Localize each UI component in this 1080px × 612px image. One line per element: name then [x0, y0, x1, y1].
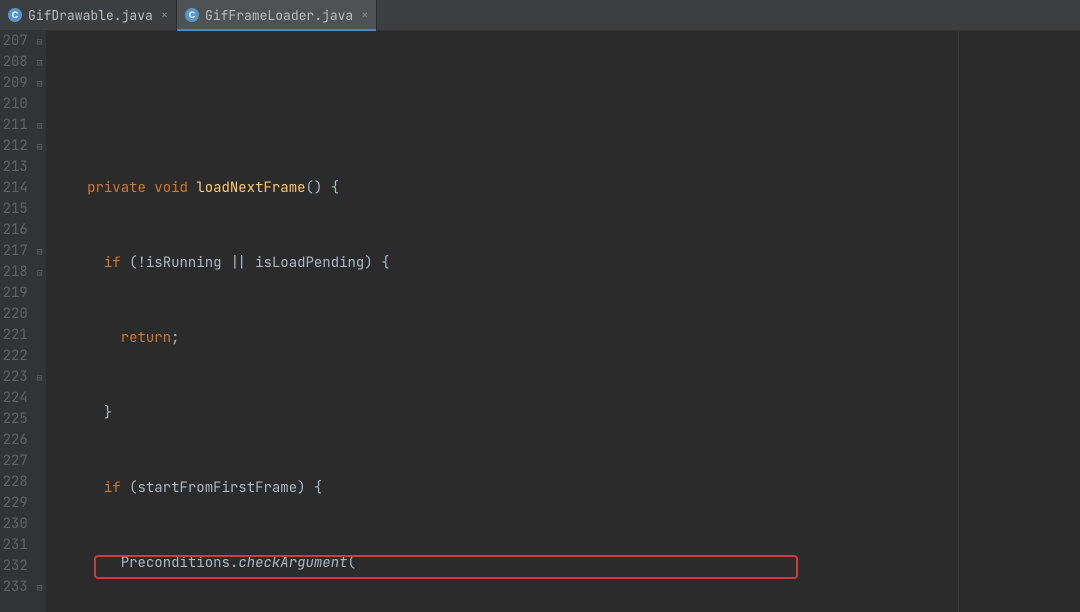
tab-gifframeloader[interactable]: C GifFrameLoader.java ×	[177, 0, 377, 30]
editor-root: C GifDrawable.java × C GifFrameLoader.ja…	[0, 0, 1080, 612]
line-number: 216	[0, 220, 28, 241]
fold-marker-icon[interactable]: ⊟	[36, 262, 42, 283]
tab-label: GifDrawable.java	[28, 7, 153, 24]
line-number: 212	[0, 136, 28, 157]
java-class-icon: C	[185, 8, 199, 22]
fold-marker-icon[interactable]: ⊟	[36, 136, 42, 157]
fold-marker-icon[interactable]: ⊟	[36, 115, 42, 136]
line-number: 207	[0, 31, 28, 52]
line-number: 210	[0, 94, 28, 115]
close-icon[interactable]: ×	[161, 7, 168, 23]
line-number: 231	[0, 535, 28, 556]
code-line: }	[54, 403, 1080, 424]
line-number: 233	[0, 577, 28, 598]
code-line: return;	[54, 328, 1080, 349]
line-number: 208	[0, 52, 28, 73]
line-number: 219	[0, 283, 28, 304]
code-line	[54, 103, 1080, 124]
right-margin-guide	[958, 31, 959, 612]
java-class-icon: C	[8, 8, 22, 22]
line-number: 224	[0, 388, 28, 409]
fold-marker-icon[interactable]: ⊟	[36, 241, 42, 262]
line-number: 232	[0, 556, 28, 577]
line-number: 226	[0, 430, 28, 451]
line-number: 222	[0, 346, 28, 367]
editor-area: 2072082092102112122132142152162172182192…	[0, 31, 1080, 612]
code-line: if (startFromFirstFrame) {	[54, 478, 1080, 499]
line-number: 223	[0, 367, 28, 388]
code-line: if (!isRunning || isLoadPending) {	[54, 253, 1080, 274]
fold-marker-icon[interactable]: ⊟	[36, 73, 42, 94]
line-number: 217	[0, 241, 28, 262]
fold-marker-icon[interactable]: ⊟	[36, 31, 42, 52]
line-number: 218	[0, 262, 28, 283]
line-number: 229	[0, 493, 28, 514]
line-number: 228	[0, 472, 28, 493]
fold-marker-icon[interactable]: ⊟	[36, 577, 42, 598]
close-icon[interactable]: ×	[361, 7, 368, 23]
line-number: 227	[0, 451, 28, 472]
line-number-gutter: 2072082092102112122132142152162172182192…	[0, 31, 36, 612]
line-number: 215	[0, 199, 28, 220]
tab-bar: C GifDrawable.java × C GifFrameLoader.ja…	[0, 0, 1080, 31]
fold-gutter: ⊟⊟⊟⊟⊟⊟⊟⊟⊟	[36, 31, 46, 612]
fold-marker-icon[interactable]: ⊟	[36, 52, 42, 73]
line-number: 211	[0, 115, 28, 136]
line-number: 209	[0, 73, 28, 94]
tab-label: GifFrameLoader.java	[205, 7, 353, 24]
tab-gifdrawable[interactable]: C GifDrawable.java ×	[0, 0, 177, 30]
line-number: 230	[0, 514, 28, 535]
code-area[interactable]: private void loadNextFrame() { if (!isRu…	[46, 31, 1080, 612]
line-number: 221	[0, 325, 28, 346]
fold-marker-icon[interactable]: ⊟	[36, 367, 42, 388]
line-number: 213	[0, 157, 28, 178]
line-number: 225	[0, 409, 28, 430]
code-line: Preconditions.checkArgument(	[54, 553, 1080, 574]
code-line: private void loadNextFrame() {	[54, 178, 1080, 199]
line-number: 214	[0, 178, 28, 199]
line-number: 220	[0, 304, 28, 325]
